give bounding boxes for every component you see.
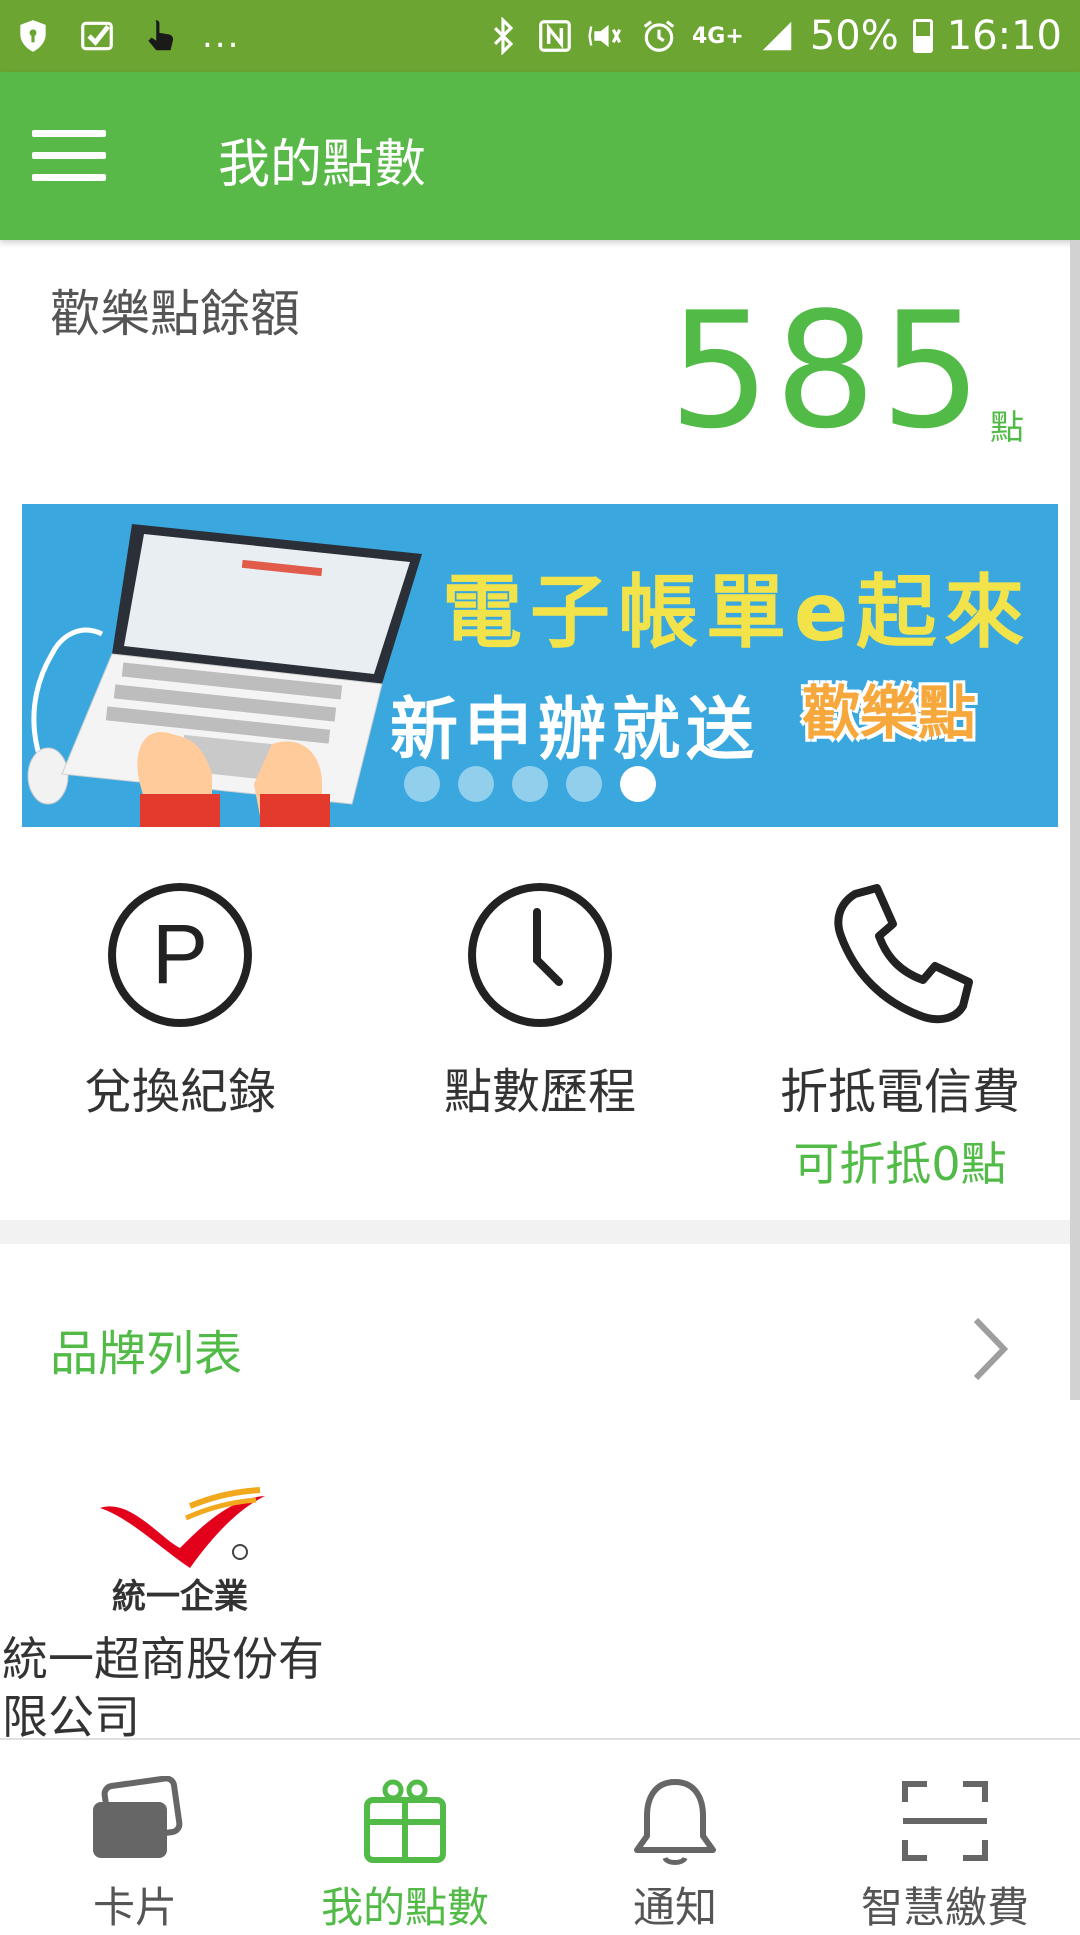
- signal-icon: [762, 21, 792, 51]
- redeem-history-button[interactable]: P 兌換紀錄: [30, 880, 330, 1122]
- carousel-dot[interactable]: [566, 766, 602, 802]
- nfc-icon: [539, 20, 571, 52]
- svg-text:P: P: [152, 907, 208, 1001]
- offset-points-note: 可折抵0點: [793, 1137, 1007, 1191]
- carousel-dot[interactable]: [458, 766, 494, 802]
- status-right: 4G+ 50% 16:10: [484, 13, 1080, 59]
- shield-icon: [20, 20, 46, 52]
- balance-label: 歡樂點餘額: [50, 285, 300, 343]
- alarm-icon: [643, 20, 675, 52]
- banner-subline: 新申辦就送: [390, 691, 761, 770]
- nav-label: 智慧繳費: [860, 1883, 1029, 1932]
- nav-label: 通知: [632, 1883, 717, 1932]
- phone-icon: [834, 884, 973, 1024]
- action-label: 兌換紀錄: [83, 1064, 276, 1120]
- bell-icon: [634, 1779, 716, 1865]
- battery-icon: [912, 19, 933, 53]
- brand-logo-text: 統一企業: [112, 1577, 248, 1617]
- banner-headline: 電子帳單e起來: [442, 566, 1033, 659]
- brand-logo: 統一企業: [100, 1487, 265, 1617]
- brand-name: 統一超商股份有限公司: [2, 1632, 324, 1744]
- banner-brand-logo: 歡樂點: [802, 679, 977, 747]
- action-label: 折抵電信費: [779, 1064, 1020, 1120]
- hamburger-menu-icon[interactable]: [32, 130, 106, 182]
- status-overflow: ...: [202, 16, 241, 56]
- bottom-navigation: 卡片 我的點數 通知 智慧繳費: [0, 1738, 1080, 1932]
- telecom-offset-button[interactable]: 折抵電信費 可折抵0點: [750, 880, 1050, 1194]
- brand-list-header[interactable]: 品牌列表: [0, 1278, 1070, 1408]
- clock-icon: [468, 883, 612, 1027]
- carousel-dot[interactable]: [404, 766, 440, 802]
- nav-label: 卡片: [92, 1883, 177, 1932]
- gift-icon: [364, 1779, 446, 1863]
- nav-item-my-points[interactable]: 我的點數: [270, 1740, 540, 1932]
- balance-unit: 點: [990, 408, 1024, 448]
- promo-banner[interactable]: 電子帳單e起來 新申辦就送 歡樂點: [22, 504, 1058, 827]
- app-bar: 我的點數: [0, 72, 1080, 240]
- carousel-indicator[interactable]: [404, 766, 656, 802]
- laptop-illustration: [27, 524, 422, 827]
- check-icon: [81, 21, 113, 51]
- status-left: ...: [0, 16, 240, 56]
- nav-item-smart-payment[interactable]: 智慧繳費: [810, 1740, 1080, 1932]
- nav-label: 我的點數: [320, 1883, 489, 1932]
- nav-item-notifications[interactable]: 通知: [540, 1740, 810, 1932]
- balance-value: 585: [668, 277, 986, 464]
- clock-time: 16:10: [946, 13, 1062, 59]
- points-p-icon: P: [108, 883, 252, 1027]
- carousel-dot[interactable]: [512, 766, 548, 802]
- brand-list-title: 品牌列表: [50, 1326, 243, 1382]
- carousel-dot-active[interactable]: [620, 766, 656, 802]
- action-label: 點數歷程: [443, 1064, 636, 1120]
- nav-item-card[interactable]: 卡片: [0, 1740, 270, 1932]
- chevron-right-icon: [973, 1317, 1009, 1381]
- bluetooth-icon: [493, 17, 514, 55]
- scan-icon: [902, 1781, 988, 1861]
- status-bar: ... 4G+ 50% 16:10: [0, 0, 1080, 72]
- points-history-button[interactable]: 點數歷程: [390, 880, 690, 1122]
- section-divider: [0, 1220, 1070, 1244]
- scrollbar[interactable]: [1070, 240, 1080, 1400]
- touch-hand-icon: [148, 20, 174, 51]
- network-4g-icon: 4G+: [692, 23, 744, 49]
- vibrate-icon: [588, 24, 622, 48]
- page-title: 我的點數: [218, 135, 427, 195]
- card-icon: [93, 1776, 183, 1858]
- battery-percent: 50%: [809, 13, 899, 59]
